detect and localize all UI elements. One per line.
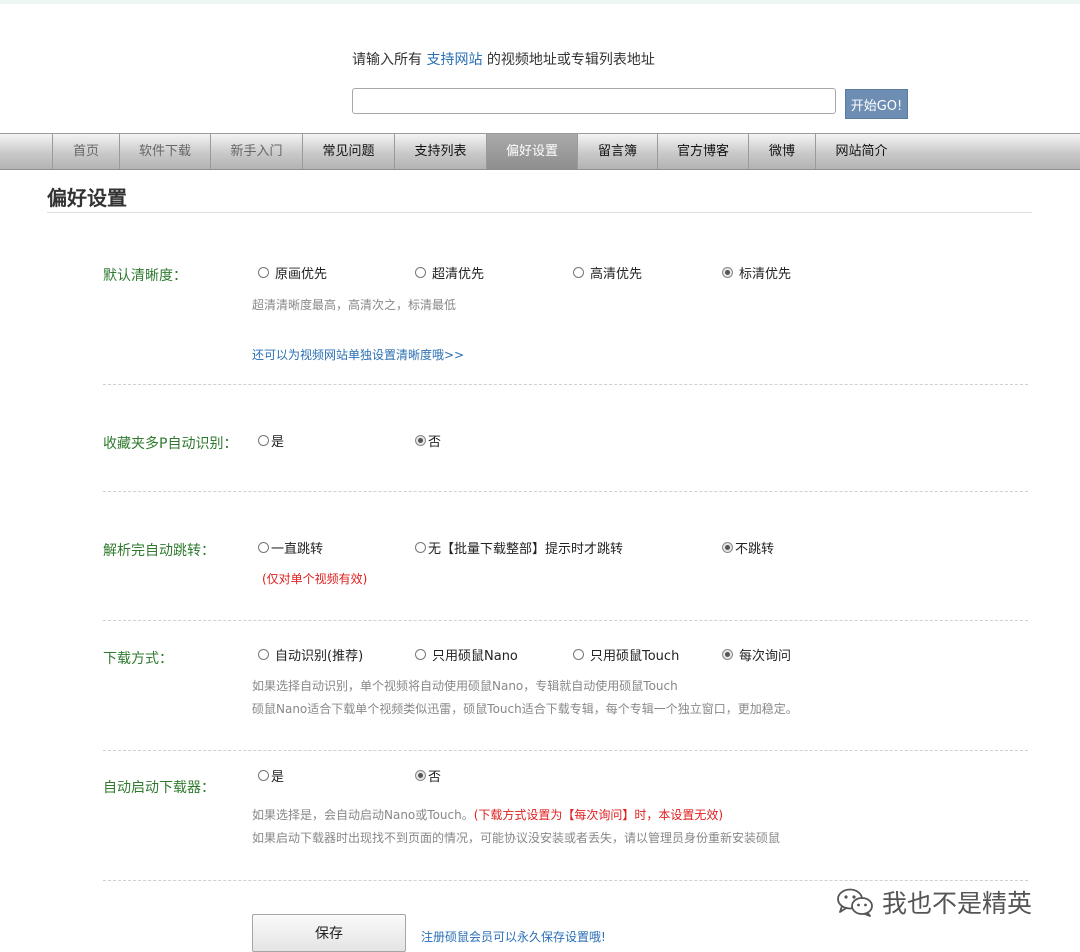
quality-option-original[interactable]: 原画优先 [258, 263, 327, 282]
go-button[interactable]: 开始GO! [845, 89, 908, 119]
download-mode-hint-1: 如果选择自动识别，单个视频将自动使用硕鼠Nano，专辑就自动使用硕鼠Touch [252, 679, 678, 693]
radio-icon[interactable] [573, 649, 584, 660]
radio-icon[interactable] [258, 435, 269, 446]
prompt-text-before: 请输入所有 [352, 52, 427, 68]
radio-checked-icon[interactable] [722, 267, 733, 278]
watermark-text: 我也不是精英 [882, 889, 1033, 918]
nav-item-faq[interactable]: 常见问题 [303, 134, 395, 169]
nav-item-weibo[interactable]: 微博 [749, 134, 816, 169]
download-mode-option-nano[interactable]: 只用硕鼠Nano [415, 645, 518, 664]
save-button[interactable]: 保存 [252, 914, 406, 952]
supported-sites-link[interactable]: 支持网站 [426, 52, 482, 68]
redirect-note: (仅对单个视频有效) [262, 572, 368, 586]
wechat-icon [837, 888, 873, 917]
autostart-hint-2: 如果启动下载器时出现找不到页面的情况，可能协议没安装或者丢失，请以管理员身份重新… [252, 831, 781, 845]
redirect-option-conditional[interactable]: 无【批量下载整部】提示时才跳转 [415, 538, 623, 557]
autostart-option-no[interactable]: 否 [415, 766, 441, 785]
option-label: 标清优先 [739, 267, 792, 282]
section-divider [103, 491, 1028, 492]
option-label: 只用硕鼠Nano [432, 649, 518, 664]
radio-icon[interactable] [415, 267, 426, 278]
redirect-option-never[interactable]: 不跳转 [722, 538, 774, 557]
download-mode-option-ask[interactable]: 每次询问 [722, 645, 791, 664]
page-title: 偏好设置 [47, 186, 127, 210]
option-label: 是 [271, 770, 285, 785]
autostart-hint-text: 如果选择是，会自动启动Nano或Touch。 [252, 808, 474, 822]
nav-item-official-blog[interactable]: 官方博客 [658, 134, 749, 169]
radio-icon[interactable] [258, 542, 269, 553]
per-site-quality-link[interactable]: 还可以为视频网站单独设置清晰度哦>> [252, 346, 464, 363]
title-divider [47, 212, 1032, 213]
watermark: 我也不是精英 [836, 884, 1032, 920]
option-label: 是 [271, 435, 285, 450]
option-label: 不跳转 [735, 542, 775, 557]
quality-option-super[interactable]: 超清优先 [415, 263, 484, 282]
nav-item-beginner[interactable]: 新手入门 [211, 134, 303, 169]
option-label: 否 [428, 435, 442, 450]
section-divider [103, 750, 1028, 751]
nav-item-support-list[interactable]: 支持列表 [395, 134, 487, 169]
radio-checked-icon[interactable] [722, 542, 733, 553]
radio-icon[interactable] [258, 267, 269, 278]
multipart-option-yes[interactable]: 是 [258, 431, 284, 450]
prompt-text-after: 的视频地址或专辑列表地址 [482, 52, 655, 68]
option-label: 高清优先 [590, 267, 643, 282]
section-divider [103, 384, 1028, 385]
option-label: 否 [428, 770, 442, 785]
autostart-hint-1: 如果选择是，会自动启动Nano或Touch。(下载方式设置为【每次询问】时，本设… [252, 806, 723, 823]
option-label: 原画优先 [275, 267, 328, 282]
quality-hint: 超清清晰度最高，高清次之，标清最低 [252, 298, 457, 312]
nav-item-about[interactable]: 网站简介 [816, 134, 907, 169]
autostart-option-yes[interactable]: 是 [258, 766, 284, 785]
download-mode-hint-2: 硕鼠Nano适合下载单个视频类似迅雷，硕鼠Touch适合下载专辑，每个专辑一个独… [252, 702, 798, 716]
option-label: 超清优先 [432, 267, 485, 282]
quality-option-high[interactable]: 高清优先 [573, 263, 642, 282]
redirect-option-always[interactable]: 一直跳转 [258, 538, 323, 557]
multipart-option-no[interactable]: 否 [415, 431, 441, 450]
quality-label: 默认清晰度： [103, 268, 187, 284]
option-label: 只用硕鼠Touch [590, 649, 680, 664]
autostart-warning: (下载方式设置为【每次询问】时，本设置无效) [473, 808, 724, 822]
autostart-label: 自动启动下载器： [103, 780, 215, 796]
radio-icon[interactable] [258, 770, 269, 781]
register-member-link[interactable]: 注册硕鼠会员可以永久保存设置哦! [421, 928, 606, 945]
quality-option-standard[interactable]: 标清优先 [722, 263, 791, 282]
radio-icon[interactable] [415, 649, 426, 660]
nav-item-software-download[interactable]: 软件下载 [120, 134, 211, 169]
section-divider [103, 620, 1028, 621]
nav-item-preferences[interactable]: 偏好设置 [487, 134, 578, 169]
download-mode-label: 下载方式： [103, 651, 173, 667]
radio-checked-icon[interactable] [415, 435, 426, 446]
option-label: 每次询问 [739, 649, 792, 664]
url-input[interactable] [352, 88, 836, 114]
nav-item-guestbook[interactable]: 留言簿 [578, 134, 658, 169]
download-mode-option-touch[interactable]: 只用硕鼠Touch [573, 645, 679, 664]
download-mode-option-auto[interactable]: 自动识别(推荐) [258, 645, 363, 664]
nav-item-home[interactable]: 首页 [53, 134, 120, 169]
radio-checked-icon[interactable] [722, 649, 733, 660]
redirect-label: 解析完自动跳转： [103, 543, 215, 559]
radio-icon[interactable] [258, 649, 269, 660]
main-nav: 首页 软件下载 新手入门 常见问题 支持列表 偏好设置 留言簿 官方博客 微博 … [0, 133, 1080, 170]
radio-checked-icon[interactable] [415, 770, 426, 781]
radio-icon[interactable] [573, 267, 584, 278]
option-label: 无【批量下载整部】提示时才跳转 [428, 542, 624, 557]
multipart-label: 收藏夹多P自动识别： [103, 436, 238, 452]
top-strip [0, 0, 1080, 4]
radio-icon[interactable] [415, 542, 426, 553]
search-prompt: 请输入所有 支持网站 的视频地址或专辑列表地址 [352, 49, 655, 69]
option-label: 一直跳转 [271, 542, 324, 557]
option-label: 自动识别(推荐) [275, 649, 364, 664]
section-divider [103, 880, 1028, 881]
